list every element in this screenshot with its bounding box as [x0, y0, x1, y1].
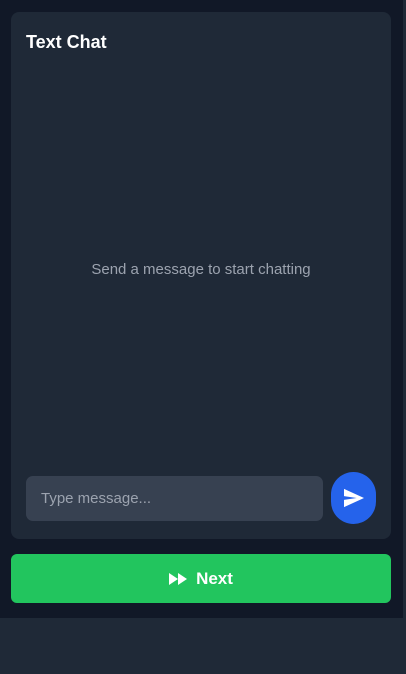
send-icon	[343, 488, 364, 508]
chat-title: Text Chat	[26, 32, 107, 52]
empty-chat-message: Send a message to start chatting	[91, 261, 311, 278]
bottom-bar	[0, 618, 403, 674]
next-button-label: Next	[196, 568, 233, 588]
next-button[interactable]: Next	[11, 554, 391, 603]
send-button[interactable]	[331, 472, 376, 524]
text-chat-panel: Text Chat Send a message to start chatti…	[11, 12, 391, 539]
fast-forward-icon	[169, 572, 188, 585]
message-input-container	[26, 476, 323, 521]
message-input[interactable]	[26, 476, 323, 521]
page: Text Chat Send a message to start chatti…	[0, 0, 406, 674]
